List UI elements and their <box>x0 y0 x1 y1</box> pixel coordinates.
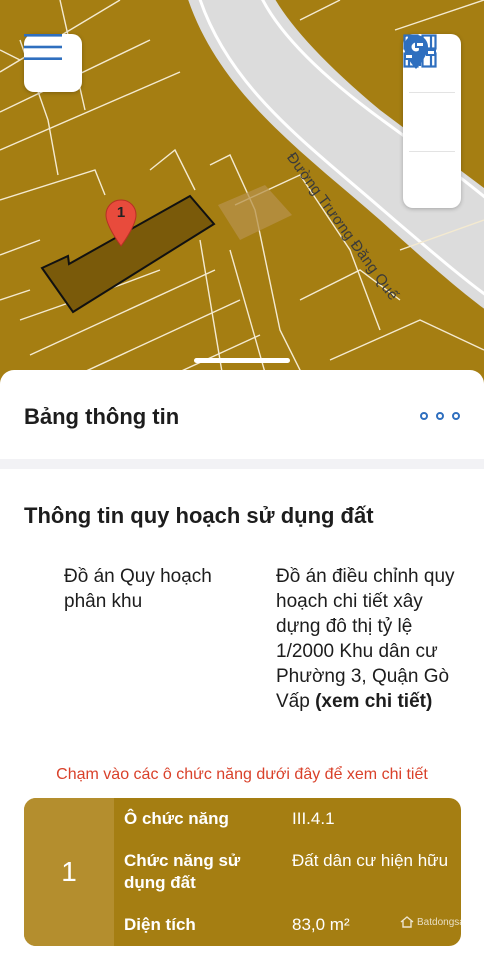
card-id: 1 <box>24 798 114 946</box>
more-options-icon <box>420 412 428 420</box>
marker-number: 1 <box>116 204 126 221</box>
watermark: Batdongsan <box>400 916 461 928</box>
map-tools <box>403 34 461 208</box>
watermark-text: Batdongsan <box>417 916 461 928</box>
more-options-button[interactable] <box>420 406 460 426</box>
plan-value: Đồ án điều chỉnh quy hoạch chi tiết xây … <box>276 564 466 714</box>
filter-button[interactable] <box>403 36 461 210</box>
hamburger-menu-icon <box>24 34 62 60</box>
card-row-key: Chức năng sử dụng đất <box>124 851 241 892</box>
hint-text: Chạm vào các ô chức năng dưới đây để xem… <box>56 766 428 783</box>
menu-button[interactable] <box>24 34 82 92</box>
card-row-key: Diện tích <box>124 915 196 934</box>
locate-button[interactable] <box>403 35 461 151</box>
map-view[interactable]: Đường Trương Đăng Quế 1 <box>0 0 484 390</box>
card-row-key: Ô chức năng <box>124 809 229 828</box>
panel-title: Bảng thông tin <box>24 404 180 429</box>
card-row-value: III.4.1 <box>292 809 335 828</box>
section-divider <box>0 459 484 469</box>
plan-label: Đồ án Quy hoạch phân khu <box>64 566 212 612</box>
sliders-icon <box>404 36 436 66</box>
card-row-value: Đất dân cư hiện hữu <box>292 851 449 870</box>
neighbour-plot[interactable] <box>218 185 292 240</box>
view-detail-link[interactable]: (xem chi tiết) <box>315 691 432 712</box>
function-cell-card[interactable]: 1 Ô chức năng III.4.1 Chức năng sử dụng … <box>24 798 461 946</box>
drag-handle[interactable] <box>194 358 290 363</box>
info-panel: Bảng thông tin Thông tin quy hoạch sử dụ… <box>0 358 484 960</box>
plot-marker[interactable]: 1 <box>104 198 138 248</box>
more-options-icon <box>452 412 460 420</box>
section-title: Thông tin quy hoạch sử dụng đất <box>24 503 374 528</box>
house-logo-icon <box>400 916 414 928</box>
more-options-icon <box>436 412 444 420</box>
